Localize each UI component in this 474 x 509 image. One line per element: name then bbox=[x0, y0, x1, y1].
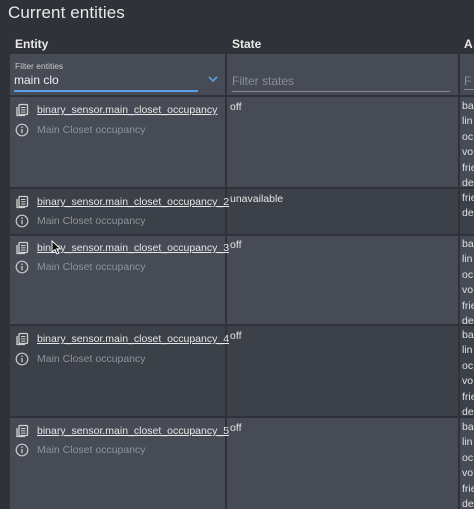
attribute-line: frie bbox=[462, 390, 474, 403]
info-circle-icon[interactable] bbox=[15, 260, 29, 274]
attribute-line: vo bbox=[462, 467, 474, 480]
page: Current entities Entity State A Filter e… bbox=[0, 0, 474, 509]
attribute-line: lin bbox=[462, 253, 473, 266]
attribute-line: ba bbox=[462, 238, 474, 250]
info-circle-icon[interactable] bbox=[15, 352, 29, 366]
attribute-line: ba bbox=[462, 329, 474, 341]
friendly-name: Main Closet occupancy bbox=[37, 444, 146, 456]
attribute-line: lin bbox=[462, 436, 473, 449]
attributes-text: ba lin oc vo frie de bbox=[462, 420, 474, 509]
table-row-state-cell bbox=[227, 236, 458, 324]
entity-state: off bbox=[230, 422, 242, 434]
entity-state: off bbox=[230, 330, 242, 342]
friendly-name: Main Closet occupancy bbox=[37, 353, 146, 365]
attribute-line: oc bbox=[462, 359, 474, 372]
friendly-name: Main Closet occupancy bbox=[37, 215, 146, 227]
entity-id-link[interactable]: binary_sensor.main_closet_occupancy_5 bbox=[37, 425, 229, 437]
attribute-line: de bbox=[462, 207, 474, 220]
entity-state: off bbox=[230, 239, 242, 251]
attribute-line: oc bbox=[462, 130, 474, 143]
attribute-line: oc bbox=[462, 268, 474, 281]
attributes-text: ba lin oc vo frie de bbox=[462, 237, 474, 329]
clipboard-copy-icon[interactable] bbox=[15, 241, 29, 255]
attributes-text: ba lin oc vo frie de bbox=[462, 99, 474, 191]
table-row-state-cell bbox=[227, 97, 458, 187]
chevron-down-icon[interactable] bbox=[208, 75, 218, 83]
entity-id-link[interactable]: binary_sensor.main_closet_occupancy_3 bbox=[37, 242, 229, 254]
attributes-filter-input[interactable] bbox=[464, 72, 474, 90]
attributes-text: frie de bbox=[462, 191, 474, 222]
column-header-state[interactable]: State bbox=[232, 37, 261, 51]
attribute-line: frie bbox=[462, 192, 474, 204]
clipboard-copy-icon[interactable] bbox=[15, 103, 29, 117]
entity-state: unavailable bbox=[230, 193, 284, 205]
info-circle-icon[interactable] bbox=[15, 214, 29, 228]
attribute-line: oc bbox=[462, 451, 474, 464]
attribute-line: vo bbox=[462, 375, 474, 388]
table-row-state-cell bbox=[227, 418, 458, 509]
attribute-line: lin bbox=[462, 115, 473, 128]
entity-id-link[interactable]: binary_sensor.main_closet_occupancy bbox=[37, 104, 217, 116]
attribute-line: vo bbox=[462, 146, 474, 159]
entity-id-link[interactable]: binary_sensor.main_closet_occupancy_4 bbox=[37, 333, 229, 345]
attribute-line: frie bbox=[462, 482, 474, 495]
attribute-line: de bbox=[462, 406, 474, 419]
attribute-line: de bbox=[462, 498, 474, 509]
entity-filter-input[interactable] bbox=[14, 72, 198, 92]
attribute-line: ba bbox=[462, 100, 474, 112]
clipboard-copy-icon[interactable] bbox=[15, 195, 29, 209]
clipboard-copy-icon[interactable] bbox=[15, 424, 29, 438]
table-row-state-cell bbox=[227, 326, 458, 416]
attribute-line: vo bbox=[462, 284, 474, 297]
clipboard-copy-icon[interactable] bbox=[15, 332, 29, 346]
info-circle-icon[interactable] bbox=[15, 443, 29, 457]
entity-id-link[interactable]: binary_sensor.main_closet_occupancy_2 bbox=[37, 196, 229, 208]
page-title: Current entities bbox=[8, 3, 125, 22]
mouse-pointer-icon bbox=[51, 240, 62, 255]
attribute-line: ba bbox=[462, 421, 474, 433]
attribute-line: frie bbox=[462, 161, 474, 174]
column-header-attributes[interactable]: A bbox=[464, 37, 473, 51]
attributes-text: ba lin oc vo frie de bbox=[462, 328, 474, 420]
friendly-name: Main Closet occupancy bbox=[37, 261, 146, 273]
info-circle-icon[interactable] bbox=[15, 123, 29, 137]
state-filter-input[interactable] bbox=[232, 72, 450, 92]
attribute-line: lin bbox=[462, 344, 473, 357]
friendly-name: Main Closet occupancy bbox=[37, 124, 146, 136]
attribute-line: de bbox=[462, 177, 474, 190]
attribute-line: frie bbox=[462, 299, 474, 312]
entity-filter-label: Filter entities bbox=[15, 61, 64, 71]
column-header-entity[interactable]: Entity bbox=[15, 37, 48, 51]
entity-state: off bbox=[230, 101, 242, 113]
